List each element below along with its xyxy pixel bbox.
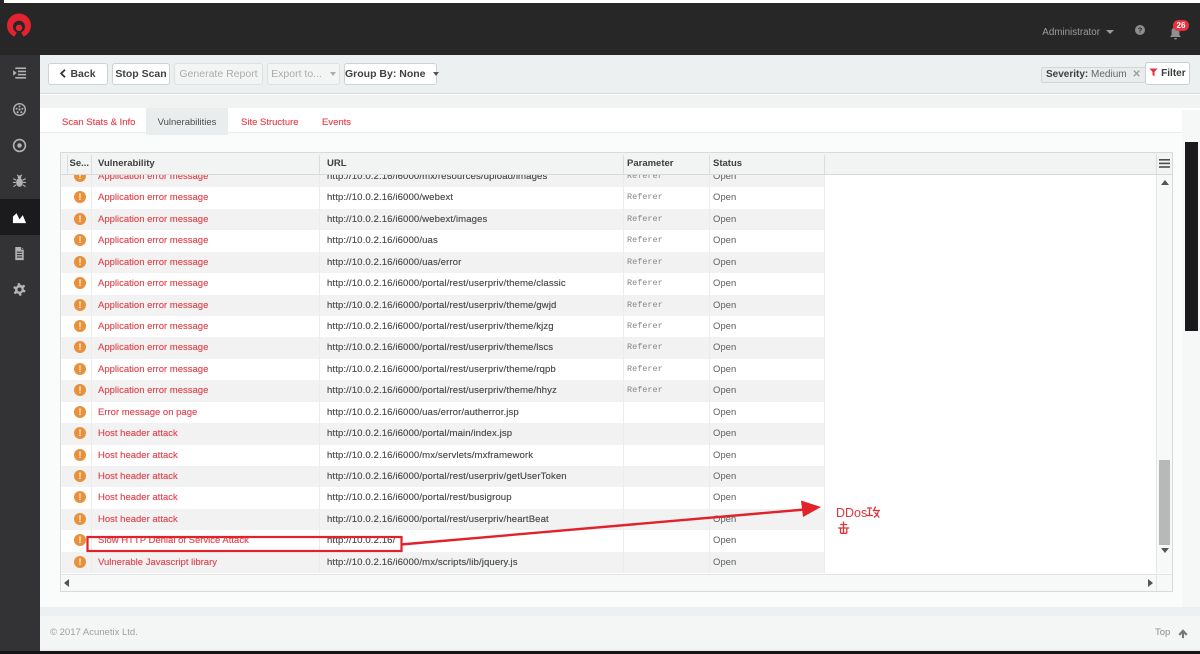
svg-text:?: ?	[1138, 26, 1143, 35]
